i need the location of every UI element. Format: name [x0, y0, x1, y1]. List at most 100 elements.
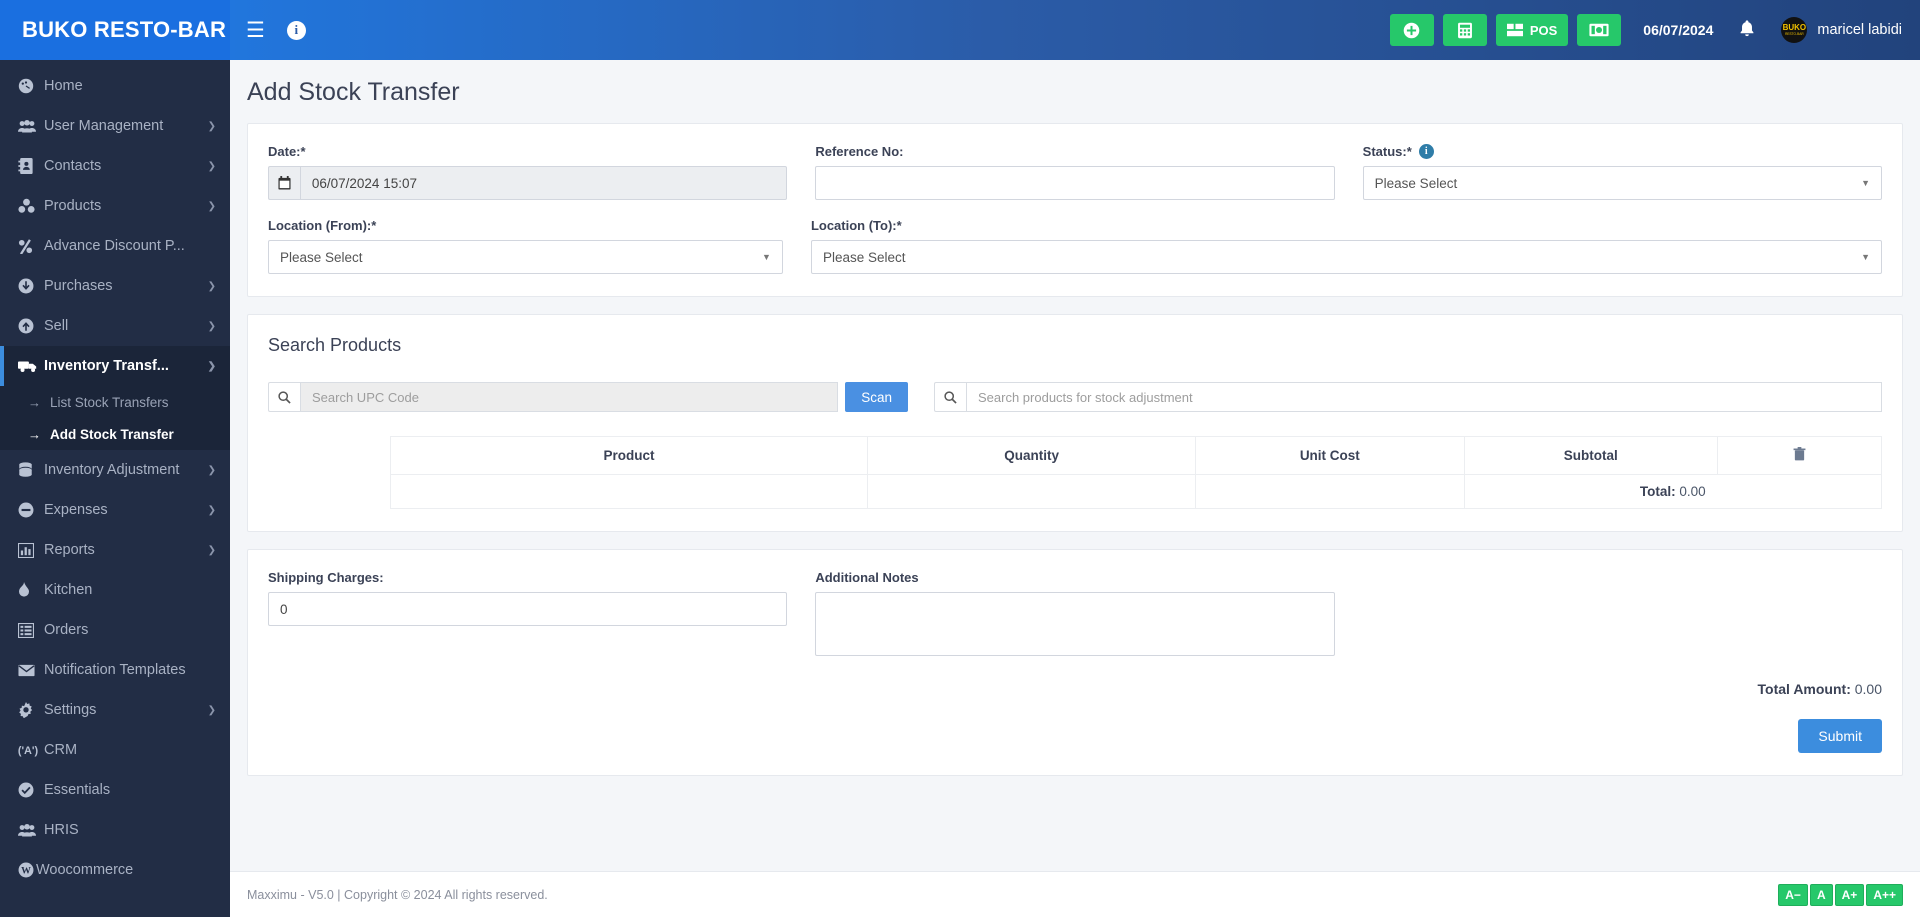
font-increase-more-button[interactable]: A++ [1866, 883, 1903, 906]
chevron-down-icon: ▼ [1861, 252, 1870, 262]
brand-name: BUKO RESTO-BAR [22, 17, 227, 42]
summary-card: Shipping Charges: Additional Notes Total… [247, 549, 1903, 776]
sidebar-item-settings[interactable]: Settings ❯ [0, 690, 230, 730]
sidebar-item-advance-discount[interactable]: Advance Discount P... [0, 226, 230, 266]
minus-circle-icon [18, 502, 44, 518]
username-label[interactable]: maricel labidi [1817, 22, 1902, 38]
shipping-label: Shipping Charges: [268, 570, 384, 585]
sidebar-item-woocommerce[interactable]: W Woocommerce [0, 850, 230, 890]
upc-search-input[interactable] [300, 382, 839, 412]
chevron-right-icon: ❯ [207, 200, 216, 212]
sidebar-item-reports[interactable]: Reports ❯ [0, 530, 230, 570]
sidebar-label: Reports [44, 542, 95, 558]
location-to-group: Location (To):* Please Select ▼ [810, 218, 1882, 274]
search-products-card: Search Products Scan [247, 314, 1903, 532]
calculator-button[interactable] [1442, 14, 1487, 46]
font-normal-button[interactable]: A [1809, 883, 1833, 906]
chevron-right-icon: ❯ [207, 160, 216, 172]
sidebar-item-expenses[interactable]: Expenses ❯ [0, 490, 230, 530]
font-decrease-button[interactable]: A− [1778, 883, 1808, 906]
add-button[interactable] [1389, 14, 1434, 46]
sidebar-item-sell[interactable]: Sell ❯ [0, 306, 230, 346]
shipping-input[interactable] [268, 592, 788, 626]
sidebar-item-essentials[interactable]: Essentials [0, 770, 230, 810]
header-date: 06/07/2024 [1643, 22, 1714, 38]
summary-body: Shipping Charges: Additional Notes Total… [248, 550, 1902, 775]
brand-logo[interactable]: BUKO RESTO-BAR [0, 0, 230, 60]
sidebar-label: CRM [44, 742, 78, 758]
sidebar-item-user-management[interactable]: User Management ❯ [0, 106, 230, 146]
search-icon [268, 382, 300, 412]
sidebar-item-products[interactable]: Products ❯ [0, 186, 230, 226]
sidebar-label: Kitchen [44, 582, 93, 598]
total-amount-row: Total Amount: 0.00 [268, 681, 1882, 697]
product-search-group [934, 382, 1882, 412]
sidebar-sublabel: List Stock Transfers [50, 394, 169, 410]
sidebar-item-orders[interactable]: Orders [0, 610, 230, 650]
sidebar-item-notification-templates[interactable]: Notification Templates [0, 650, 230, 690]
sidebar-item-inventory-transfer[interactable]: Inventory Transf... ❯ [0, 346, 230, 386]
sidebar-item-list-stock-transfers[interactable]: → List Stock Transfers [0, 386, 230, 418]
sidebar-label: Contacts [44, 158, 102, 174]
bell-icon[interactable] [1739, 19, 1755, 42]
submit-button[interactable]: Submit [1798, 719, 1882, 753]
calendar-icon [268, 166, 300, 200]
sidebar-item-home[interactable]: Home [0, 66, 230, 106]
product-search-input[interactable] [966, 382, 1882, 412]
sidebar-item-purchases[interactable]: Purchases ❯ [0, 266, 230, 306]
calculator-icon [1457, 22, 1472, 38]
main-area: Add Stock Transfer Date:* 06/07/2024 15:… [230, 60, 1920, 917]
search-products-body: Search Products Scan [248, 315, 1902, 531]
chevron-right-icon: ❯ [207, 280, 216, 292]
gear-icon [18, 702, 44, 718]
pos-button[interactable]: POS [1495, 14, 1569, 46]
status-label-text: Status:* [1362, 144, 1412, 159]
sidebar-item-hris[interactable]: HRIS [0, 810, 230, 850]
cash-register-button[interactable] [1577, 14, 1622, 46]
empty-cell-unitcost [1195, 474, 1465, 509]
column-unit-cost: Unit Cost [1195, 436, 1465, 475]
trash-icon[interactable] [1793, 447, 1806, 464]
items-total-cell: Total: 0.00 [1463, 474, 1882, 509]
location-from-select[interactable]: Please Select ▼ [268, 240, 783, 274]
font-increase-button[interactable]: A+ [1834, 883, 1865, 906]
arrow-down-circle-icon [18, 278, 44, 294]
summary-spacer [1363, 570, 1882, 661]
sidebar-item-kitchen[interactable]: Kitchen [0, 570, 230, 610]
info-icon[interactable]: i [286, 20, 306, 40]
location-to-select[interactable]: Please Select ▼ [810, 240, 1882, 274]
notes-textarea[interactable] [815, 592, 1335, 656]
arrow-right-icon: → [28, 426, 41, 442]
avatar-sub: RESTO-BAR [1785, 32, 1804, 36]
date-input-group[interactable] [268, 166, 788, 200]
location-from-label: Location (From):* [268, 218, 377, 233]
location-to-value: Please Select [822, 249, 906, 265]
chevron-right-icon: ❯ [207, 504, 216, 516]
users-icon [18, 119, 44, 133]
transfer-details-body: Date:* 06/07/2024 15:07 Reference No: St… [248, 124, 1902, 296]
chevron-right-icon: ❯ [207, 320, 216, 332]
scan-button[interactable]: Scan [845, 382, 908, 412]
info-icon[interactable]: i [1418, 144, 1434, 159]
date-label: Date:* [268, 144, 306, 159]
items-table-body: Total: 0.00 [389, 474, 1882, 509]
column-subtotal: Subtotal [1463, 436, 1718, 475]
sidebar-label: Advance Discount P... [44, 238, 185, 254]
sidebar-item-inventory-adjustment[interactable]: Inventory Adjustment ❯ [0, 450, 230, 490]
sidebar-item-contacts[interactable]: Contacts ❯ [0, 146, 230, 186]
sidebar-label: Orders [44, 622, 89, 638]
sidebar-label: User Management [44, 118, 164, 134]
date-input[interactable] [299, 166, 788, 200]
list-icon [18, 622, 44, 638]
status-select[interactable]: Please Select ▼ [1362, 166, 1882, 200]
sidebar-item-crm[interactable]: ('A') CRM [0, 730, 230, 770]
sidebar-label: Notification Templates [44, 662, 186, 678]
hamburger-icon[interactable]: ☰ [246, 18, 265, 43]
top-bar: BUKO RESTO-BAR ☰ i POS 06/07/2024 BUKO R… [0, 0, 1920, 60]
users-icon [18, 823, 44, 837]
avatar[interactable]: BUKO RESTO-BAR [1781, 17, 1808, 43]
reference-input[interactable] [815, 166, 1335, 200]
svg-text:('A'): ('A') [18, 745, 38, 757]
sidebar-item-add-stock-transfer[interactable]: → Add Stock Transfer [0, 418, 230, 450]
page-title: Add Stock Transfer [247, 78, 460, 106]
